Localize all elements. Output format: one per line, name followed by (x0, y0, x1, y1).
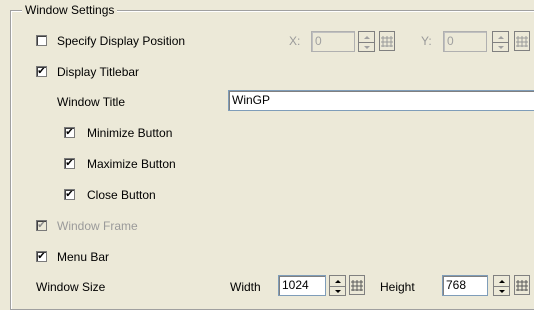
width-input[interactable]: 1024 (278, 275, 326, 296)
checkmark-icon: ✔ (37, 250, 46, 262)
height-spinner[interactable] (493, 275, 510, 296)
display-titlebar-checkbox[interactable]: ✔ (36, 66, 47, 77)
keypad-icon (351, 280, 363, 291)
minimize-button-checkbox[interactable]: ✔ (64, 127, 75, 138)
close-button-checkbox[interactable]: ✔ (64, 189, 75, 200)
x-label: X: (289, 34, 301, 48)
checkmark-icon: ✔ (65, 188, 74, 200)
width-keypad-button[interactable] (349, 275, 365, 295)
menu-bar-checkbox[interactable]: ✔ (36, 251, 47, 262)
width-spinner[interactable] (329, 275, 346, 296)
spin-down-icon[interactable] (493, 286, 510, 296)
window-size-label: Window Size (36, 280, 106, 294)
window-title-label: Window Title (57, 95, 126, 109)
maximize-button-checkbox[interactable]: ✔ (64, 158, 75, 169)
keypad-icon (381, 36, 393, 47)
maximize-button-label: Maximize Button (87, 157, 176, 171)
checkmark-icon: ✔ (65, 157, 74, 169)
spin-down-icon[interactable] (329, 286, 346, 296)
display-titlebar-label: Display Titlebar (57, 65, 140, 79)
x-input[interactable]: 0 (311, 31, 355, 52)
menu-bar-label: Menu Bar (57, 250, 110, 264)
y-keypad-button[interactable] (514, 31, 530, 51)
keypad-icon (516, 280, 528, 291)
height-keypad-button[interactable] (514, 275, 530, 295)
spin-down-icon[interactable] (358, 42, 375, 52)
group-title: Window Settings (22, 3, 118, 17)
window-frame-label: Window Frame (57, 219, 138, 233)
width-label: Width (230, 280, 261, 294)
checkmark-icon: ✔ (37, 65, 46, 77)
specify-display-position-label: Specify Display Position (57, 34, 186, 48)
window-frame-checkbox[interactable]: ✔ (36, 220, 47, 231)
checkmark-icon: ✔ (37, 219, 46, 231)
spin-up-icon[interactable] (492, 31, 509, 42)
minimize-button-label: Minimize Button (87, 126, 173, 140)
window-title-input[interactable]: WinGP (228, 90, 534, 111)
spin-up-icon[interactable] (493, 275, 510, 286)
spin-up-icon[interactable] (358, 31, 375, 42)
height-input[interactable]: 768 (442, 275, 488, 296)
height-label: Height (380, 280, 415, 294)
y-label: Y: (421, 34, 432, 48)
y-input[interactable]: 0 (443, 31, 487, 52)
spin-down-icon[interactable] (492, 42, 509, 52)
x-keypad-button[interactable] (379, 31, 395, 51)
checkmark-icon: ✔ (65, 126, 74, 138)
keypad-icon (516, 36, 528, 47)
y-spinner[interactable] (492, 31, 509, 52)
x-spinner[interactable] (358, 31, 375, 52)
close-button-label: Close Button (87, 188, 156, 202)
specify-display-position-checkbox[interactable] (36, 35, 47, 46)
spin-up-icon[interactable] (329, 275, 346, 286)
